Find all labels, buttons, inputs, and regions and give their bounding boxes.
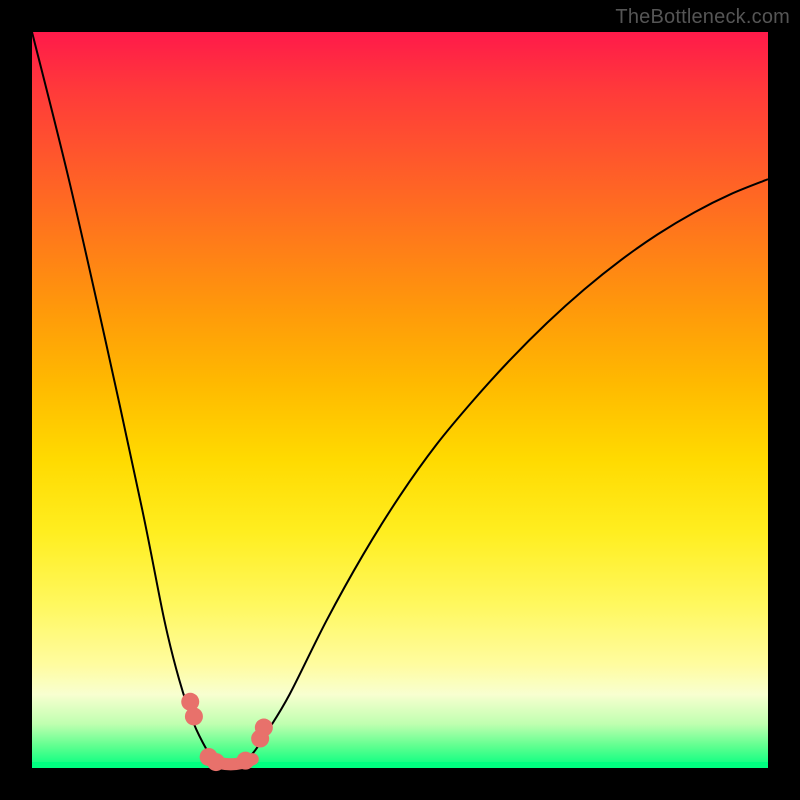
data-marker <box>207 753 225 771</box>
curve-svg <box>32 32 768 768</box>
bottleneck-curve <box>32 32 768 768</box>
plot-area <box>32 32 768 768</box>
watermark-text: TheBottleneck.com <box>615 6 790 29</box>
marker-group <box>181 693 273 771</box>
chart-frame: TheBottleneck.com <box>0 0 800 800</box>
data-marker <box>236 752 254 770</box>
data-marker <box>255 719 273 737</box>
data-marker <box>185 707 203 725</box>
